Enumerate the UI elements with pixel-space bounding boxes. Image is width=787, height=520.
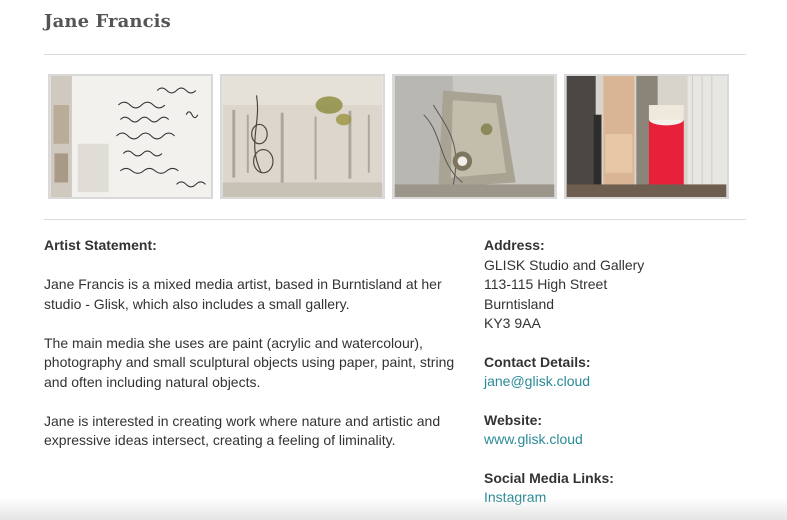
mid-divider bbox=[44, 219, 746, 220]
address-line-3: Burntisland bbox=[484, 295, 555, 312]
address-block: Address: GLISK Studio and Gallery 113-11… bbox=[484, 236, 764, 334]
social-block: Social Media Links: Instagram bbox=[484, 469, 764, 508]
gallery-thumb-2[interactable] bbox=[220, 74, 385, 199]
statement-paragraph-1: Jane Francis is a mixed media artist, ba… bbox=[44, 276, 442, 312]
statement-paragraph-3: Jane is interested in creating work wher… bbox=[44, 412, 441, 449]
ink-watercolour-painting-image bbox=[222, 76, 383, 197]
contact-label: Contact Details: bbox=[484, 353, 591, 370]
artist-statement-heading: Artist Statement: bbox=[44, 237, 157, 253]
email-link[interactable]: jane@glisk.cloud bbox=[484, 373, 590, 389]
gallery-thumb-1[interactable] bbox=[48, 74, 213, 199]
website-link[interactable]: www.glisk.cloud bbox=[484, 431, 583, 447]
image-gallery bbox=[48, 74, 729, 199]
address-label: Address: bbox=[484, 237, 545, 253]
address-line-4: KY3 9AA bbox=[484, 315, 541, 331]
contact-block: Contact Details: jane@glisk.cloud bbox=[484, 353, 764, 392]
studio-writing-wall-image bbox=[50, 76, 211, 197]
top-divider bbox=[44, 54, 746, 55]
address-line-2: 113-115 High Street bbox=[484, 276, 608, 292]
gallery-thumb-4[interactable] bbox=[564, 74, 729, 199]
artist-info-section: Address: GLISK Studio and Gallery 113-11… bbox=[484, 236, 764, 520]
artist-name-heading: Jane Francis bbox=[44, 11, 171, 32]
social-label: Social Media Links: bbox=[484, 469, 614, 486]
artist-profile-page: Jane Francis Artist Statement: Jane Fran… bbox=[0, 0, 787, 520]
instagram-link[interactable]: Instagram bbox=[484, 489, 546, 505]
website-block: Website: www.glisk.cloud bbox=[484, 411, 764, 450]
paper-sculpture-image bbox=[394, 76, 555, 197]
website-label: Website: bbox=[484, 411, 543, 428]
paint-rolls-image bbox=[566, 76, 727, 197]
gallery-thumb-3[interactable] bbox=[392, 74, 557, 199]
statement-paragraph-2: The main media she uses are paint (acryl… bbox=[44, 334, 455, 390]
address-line-1: GLISK Studio and Gallery bbox=[484, 256, 645, 273]
artist-statement-section: Artist Statement: Jane Francis is a mixe… bbox=[44, 236, 469, 470]
